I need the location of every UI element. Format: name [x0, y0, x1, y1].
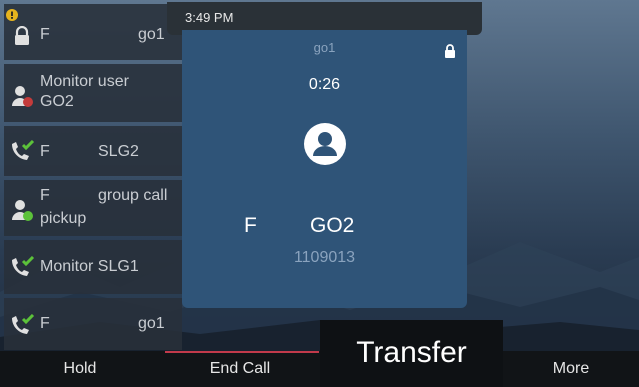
warning-badge-icon: [6, 8, 18, 26]
person-busy-icon: [11, 84, 35, 113]
hold-button[interactable]: Hold: [0, 351, 160, 387]
secure-call-lock-icon: [444, 43, 456, 64]
person-available-icon: [11, 198, 35, 227]
line-key-label: Monitor user: [40, 73, 129, 90]
line-key-5[interactable]: Monitor SLG1: [4, 240, 182, 294]
call-duration: 0:26: [308, 76, 341, 93]
line-key-label: F: [40, 315, 50, 332]
line-key-sub-label: GO2: [40, 93, 74, 110]
call-check-icon: [9, 139, 35, 167]
line-key-label: F: [40, 187, 50, 204]
line-key-2[interactable]: Monitor user GO2: [4, 64, 182, 122]
line-key-sub-label: pickup: [40, 210, 87, 227]
line-key-right-label: SLG2: [98, 143, 139, 160]
clock: 3:49 PM: [185, 10, 234, 25]
caller-name: GO2: [310, 214, 355, 237]
line-key-right-label: group call: [98, 187, 168, 204]
end-call-accent-line: [165, 351, 319, 353]
line-key-right-label: go1: [138, 315, 165, 332]
line-key-right-label: go1: [138, 26, 165, 43]
end-call-button[interactable]: End Call: [160, 351, 320, 387]
transfer-button[interactable]: Transfer: [320, 320, 503, 387]
line-key-4[interactable]: F group call pickup: [4, 180, 182, 236]
call-line-name: go1: [313, 40, 336, 55]
call-check-icon: [9, 313, 35, 341]
caller-number: 1109013: [293, 249, 356, 266]
caller-label: F: [244, 214, 257, 237]
lock-icon: [13, 25, 31, 51]
line-key-label: Monitor SLG1: [40, 258, 139, 275]
contact-avatar-icon: [304, 123, 346, 170]
line-key-3[interactable]: F SLG2: [4, 126, 182, 176]
line-key-1[interactable]: F go1: [4, 4, 182, 60]
line-key-label: F: [40, 143, 50, 160]
active-call-panel[interactable]: go1 0:26 F GO2 1109013: [182, 30, 467, 308]
more-button[interactable]: More: [503, 351, 639, 387]
call-check-icon: [9, 255, 35, 283]
line-key-6[interactable]: F go1: [4, 298, 182, 350]
line-key-label: F: [40, 26, 50, 43]
phone-screen: F go1 Monitor user GO2 F SLG2 F group ca…: [0, 0, 639, 387]
